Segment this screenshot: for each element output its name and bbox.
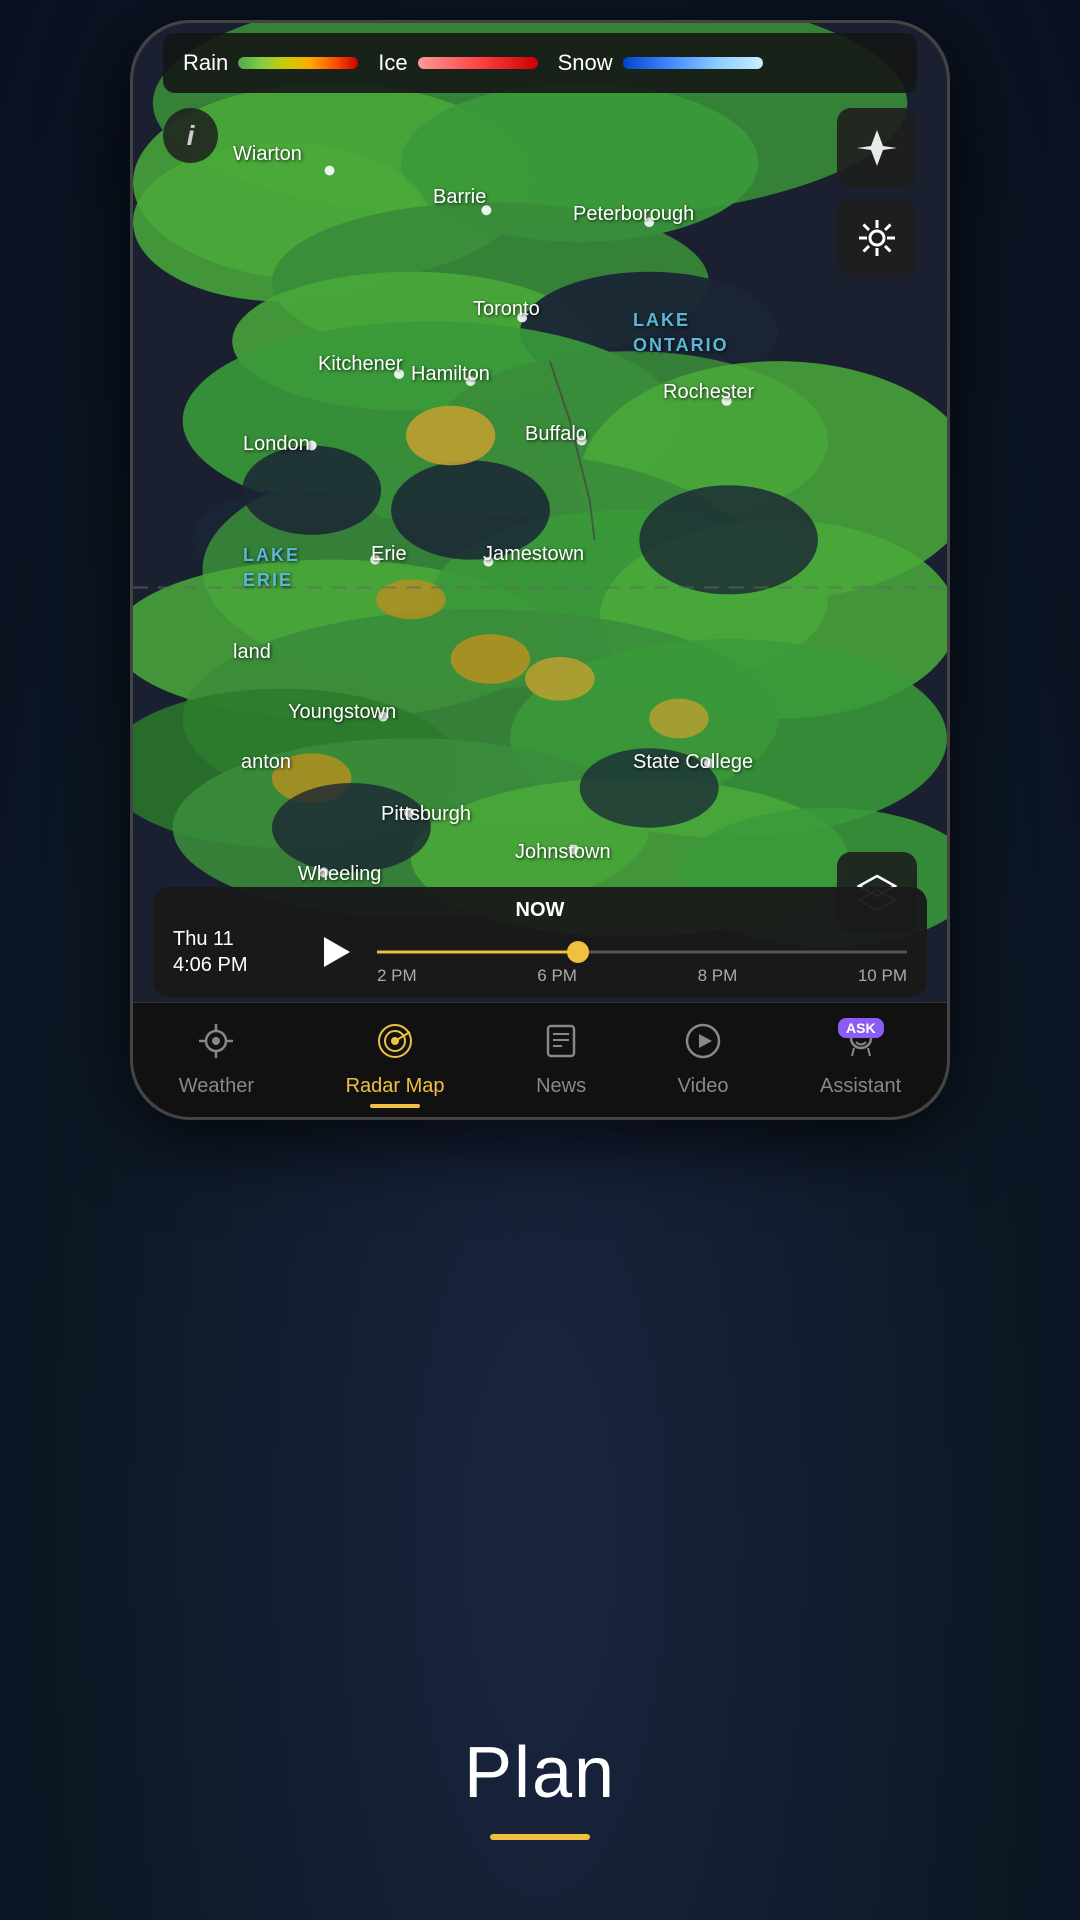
video-icon bbox=[684, 1022, 722, 1069]
timeline-date-time: Thu 11 4:06 PM bbox=[173, 926, 293, 978]
plan-underline bbox=[490, 1834, 590, 1840]
tick-6pm: 6 PM bbox=[537, 966, 577, 986]
weather-label: Weather bbox=[179, 1075, 254, 1098]
radar-icon bbox=[376, 1022, 414, 1069]
snow-label: Snow bbox=[558, 50, 613, 76]
plan-section: Plan bbox=[0, 1732, 1080, 1840]
ice-legend: Ice bbox=[378, 50, 537, 76]
now-label: NOW bbox=[173, 899, 907, 922]
info-button[interactable]: i bbox=[163, 108, 218, 163]
timeline-date: Thu 11 bbox=[173, 926, 293, 952]
play-button[interactable] bbox=[309, 926, 361, 978]
tick-2pm: 2 PM bbox=[377, 966, 417, 986]
assistant-icon: ASK bbox=[842, 1022, 880, 1069]
news-label: News bbox=[536, 1075, 586, 1098]
ice-label: Ice bbox=[378, 50, 407, 76]
location-icon bbox=[857, 128, 897, 168]
ask-badge: ASK bbox=[838, 1018, 884, 1038]
play-icon bbox=[324, 937, 350, 967]
rain-label: Rain bbox=[183, 50, 228, 76]
timeline-bar: NOW Thu 11 4:06 PM 2 PM 6 PM 8 PM bbox=[153, 887, 927, 997]
info-icon: i bbox=[187, 120, 195, 152]
nav-weather[interactable]: Weather bbox=[159, 1014, 274, 1106]
nav-radar-map[interactable]: Radar Map bbox=[326, 1014, 465, 1106]
tick-10pm: 10 PM bbox=[858, 966, 907, 986]
track-fill bbox=[377, 951, 578, 954]
settings-button[interactable] bbox=[837, 198, 917, 278]
nav-video[interactable]: Video bbox=[658, 1014, 749, 1106]
phone-screen: Wiarton Barrie Peterborough Toronto LAKE… bbox=[133, 23, 947, 1117]
radar-label: Radar Map bbox=[346, 1075, 445, 1098]
bottom-nav: Weather Radar Map bbox=[133, 1002, 947, 1117]
rain-legend: Rain bbox=[183, 50, 358, 76]
legend-bar: Rain Ice Snow bbox=[163, 33, 917, 93]
map-area[interactable]: Wiarton Barrie Peterborough Toronto LAKE… bbox=[133, 23, 947, 1007]
track-thumb[interactable] bbox=[567, 941, 589, 963]
weather-icon bbox=[197, 1022, 235, 1069]
timeline-track[interactable]: 2 PM 6 PM 8 PM 10 PM bbox=[377, 936, 907, 968]
assistant-label: Assistant bbox=[820, 1075, 901, 1098]
timeline-time: 4:06 PM bbox=[173, 952, 293, 978]
nav-news[interactable]: News bbox=[516, 1014, 606, 1106]
ice-gradient bbox=[418, 57, 538, 69]
snow-legend: Snow bbox=[558, 50, 763, 76]
snow-gradient bbox=[623, 57, 763, 69]
phone-frame: Wiarton Barrie Peterborough Toronto LAKE… bbox=[130, 20, 950, 1120]
plan-title: Plan bbox=[464, 1732, 616, 1814]
track-ticks: 2 PM 6 PM 8 PM 10 PM bbox=[377, 966, 907, 986]
rain-gradient bbox=[238, 57, 358, 69]
video-label: Video bbox=[678, 1075, 729, 1098]
news-icon bbox=[542, 1022, 580, 1069]
nav-assistant[interactable]: ASK Assistant bbox=[800, 1014, 921, 1106]
gear-icon bbox=[857, 218, 897, 258]
tick-8pm: 8 PM bbox=[698, 966, 738, 986]
location-button[interactable] bbox=[837, 108, 917, 188]
